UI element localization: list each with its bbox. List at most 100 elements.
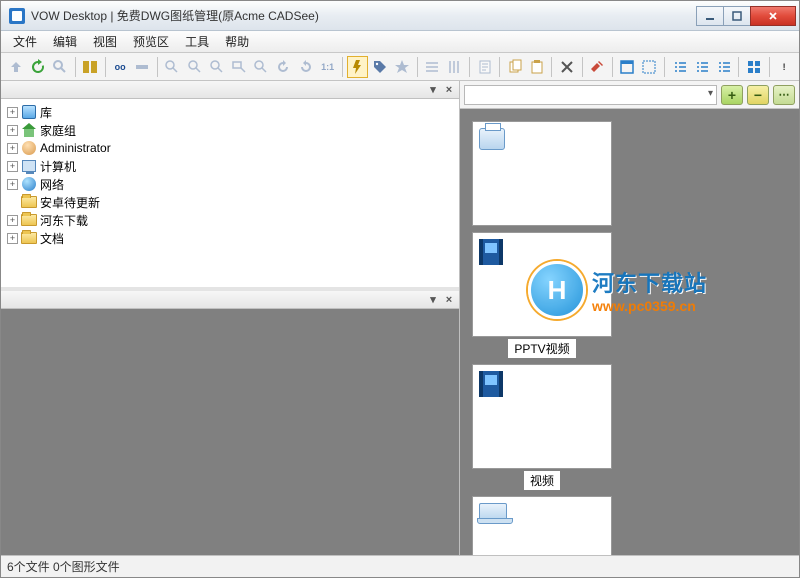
path-input[interactable] [464, 85, 717, 105]
minimize-button[interactable] [696, 6, 724, 26]
expand-icon[interactable]: + [7, 107, 18, 118]
menu-4[interactable]: 工具 [177, 30, 217, 53]
maximize-button[interactable] [723, 6, 751, 26]
paste-icon[interactable] [526, 56, 547, 78]
menu-2[interactable]: 视图 [85, 30, 125, 53]
folder-icon [21, 194, 37, 210]
zoom-in-icon[interactable] [162, 56, 183, 78]
path-bar: + − ⋯ [460, 81, 799, 109]
scale-11-icon[interactable]: 1:1 [317, 56, 338, 78]
tag-icon[interactable] [369, 56, 390, 78]
close-pane-icon[interactable]: × [442, 83, 456, 97]
workspace: ▾ × +库+家庭组+Administrator+计算机+网络安卓待更新+河东下… [1, 81, 799, 555]
menu-0[interactable]: 文件 [5, 30, 45, 53]
window-icon[interactable] [617, 56, 638, 78]
bounds-icon[interactable] [639, 56, 660, 78]
thumbnail-item[interactable]: 视频 [472, 364, 612, 490]
doc-icon[interactable] [474, 56, 495, 78]
menu-1[interactable]: 编辑 [45, 30, 85, 53]
tree-node[interactable]: + 文档 [3, 229, 457, 247]
thumbnail-caption: 视频 [524, 471, 560, 490]
expand-icon[interactable]: + [7, 161, 18, 172]
expand-icon[interactable]: + [7, 215, 18, 226]
statusbar: 6个文件 0个图形文件 [1, 555, 799, 577]
hammer-icon[interactable] [587, 56, 608, 78]
zoom-rect-icon[interactable] [228, 56, 249, 78]
left-column: ▾ × +库+家庭组+Administrator+计算机+网络安卓待更新+河东下… [1, 81, 460, 555]
tree-label: 计算机 [40, 158, 76, 175]
panels-icon[interactable] [79, 56, 100, 78]
rotate-ccw-icon[interactable] [273, 56, 294, 78]
expand-icon[interactable]: + [7, 179, 18, 190]
pin-icon[interactable]: ▾ [426, 83, 440, 97]
zoom-out-icon[interactable] [184, 56, 205, 78]
thumbnail-item[interactable] [472, 121, 612, 226]
tree-node[interactable]: +库 [3, 103, 457, 121]
list1-icon[interactable] [669, 56, 690, 78]
film-icon [479, 239, 503, 265]
zoom-fit-icon[interactable] [206, 56, 227, 78]
zoom-all-icon[interactable] [251, 56, 272, 78]
list2-icon[interactable] [691, 56, 712, 78]
help-icon[interactable]: ! [774, 56, 795, 78]
printer-icon [479, 128, 505, 150]
toolbar: oo 1:1! [1, 53, 799, 81]
tree-node[interactable]: 安卓待更新 [3, 193, 457, 211]
valign-icon[interactable] [444, 56, 465, 78]
film-icon [479, 371, 503, 397]
list3-icon[interactable] [713, 56, 734, 78]
view-toggle-icon[interactable] [132, 56, 153, 78]
refresh-icon[interactable] [27, 56, 48, 78]
more-button[interactable]: ⋯ [773, 85, 795, 105]
rotate-cw-icon[interactable] [295, 56, 316, 78]
home-icon [21, 122, 37, 138]
tree-label: 网络 [40, 176, 64, 193]
menu-5[interactable]: 帮助 [217, 30, 257, 53]
highlight-icon[interactable] [347, 56, 368, 78]
right-column: + − ⋯ H 河东下载站 www.pc0359.cn PPTV视频视频 [460, 81, 799, 555]
tree-node[interactable]: + 网络 [3, 175, 457, 193]
add-button[interactable]: + [721, 85, 743, 105]
laptop-icon [479, 503, 507, 521]
expand-icon[interactable]: + [7, 125, 18, 136]
grid-icon[interactable] [743, 56, 764, 78]
status-text: 6个文件 0个图形文件 [7, 558, 120, 575]
titlebar: VOW Desktop | 免费DWG图纸管理(原Acme CADSee) [1, 1, 799, 31]
menu-3[interactable]: 预览区 [125, 30, 177, 53]
close-pane-icon[interactable]: × [442, 293, 456, 307]
app-icon [9, 8, 25, 24]
close-button[interactable] [750, 6, 796, 26]
tree-label: 家庭组 [40, 122, 76, 139]
pc-icon [21, 158, 37, 174]
pin-icon[interactable]: ▾ [426, 293, 440, 307]
window-title: VOW Desktop | 免费DWG图纸管理(原Acme CADSee) [31, 7, 697, 24]
preview-pane: ▾ × [1, 291, 459, 555]
copy-icon[interactable] [504, 56, 525, 78]
tree-node[interactable]: + 家庭组 [3, 121, 457, 139]
thumbnail-caption: PPTV视频 [508, 339, 575, 358]
tree-label: 河东下载 [40, 212, 88, 229]
delete-icon[interactable] [556, 56, 577, 78]
thumbnail-item[interactable]: PPTV视频 [472, 232, 612, 358]
remove-button[interactable]: − [747, 85, 769, 105]
expand-icon[interactable]: + [7, 143, 18, 154]
window-controls [697, 6, 796, 26]
menubar: 文件编辑视图预览区工具帮助 [1, 31, 799, 53]
star-icon[interactable] [392, 56, 413, 78]
tree-label: 文档 [40, 230, 64, 247]
tree-node[interactable]: + 河东下载 [3, 211, 457, 229]
view-mode-icon[interactable]: oo [110, 56, 131, 78]
tree-node[interactable]: + Administrator [3, 139, 457, 157]
thumbnail-view[interactable]: H 河东下载站 www.pc0359.cn PPTV视频视频 [460, 109, 799, 555]
tree-node[interactable]: + 计算机 [3, 157, 457, 175]
expand-icon[interactable]: + [7, 233, 18, 244]
search-icon[interactable] [49, 56, 70, 78]
nav-up-icon[interactable] [5, 56, 26, 78]
folder-tree-pane: ▾ × +库+家庭组+Administrator+计算机+网络安卓待更新+河东下… [1, 81, 459, 291]
tree-label: 安卓待更新 [40, 194, 100, 211]
folder-tree[interactable]: +库+家庭组+Administrator+计算机+网络安卓待更新+河东下载+文档 [1, 99, 459, 287]
tree-label: Administrator [40, 141, 111, 155]
thumbnail-item[interactable] [472, 496, 612, 555]
halign-icon[interactable] [422, 56, 443, 78]
tree-label: 库 [40, 104, 52, 121]
